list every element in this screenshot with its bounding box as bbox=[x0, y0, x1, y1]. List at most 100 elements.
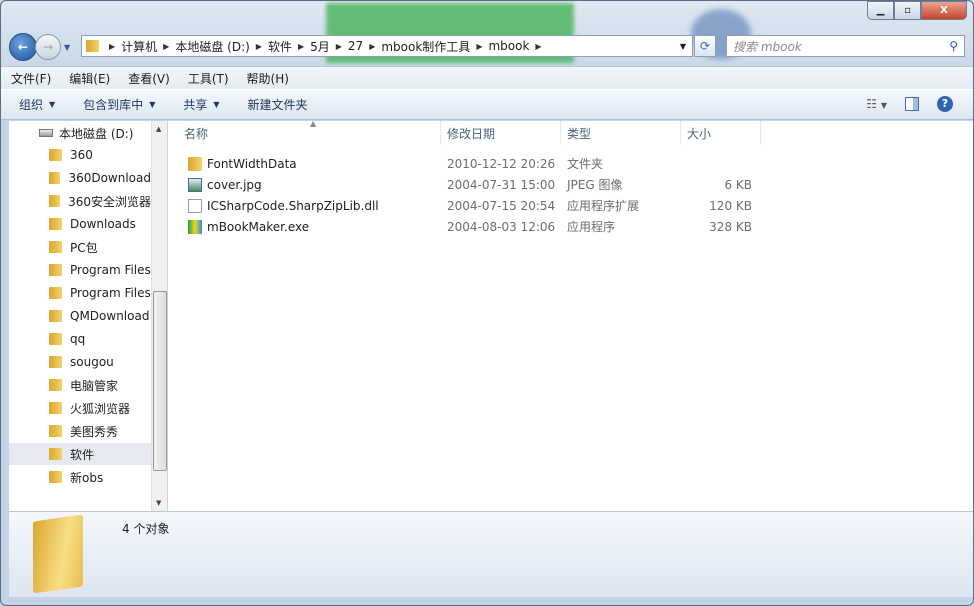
explorer-window: ▁ ▫ X ← → ▼ ▶ 计算机 ▶ 本地磁盘 (D:) ▶ 软件 ▶ 5月 ▶ 27 ▶ mboo… bbox=[0, 0, 974, 606]
folder-icon bbox=[86, 40, 99, 52]
file-size: 120 KB bbox=[709, 198, 752, 213]
column-header-name[interactable]: 名称 ▲ bbox=[178, 119, 441, 145]
breadcrumb-item[interactable]: 计算机 bbox=[121, 38, 157, 55]
scrollbar-thumb[interactable] bbox=[153, 291, 167, 471]
scroll-down-icon[interactable]: ▼ bbox=[156, 499, 161, 507]
sidebar-item[interactable]: 软件 bbox=[9, 443, 151, 465]
sidebar-item[interactable]: Program Files bbox=[9, 259, 151, 281]
sidebar-item[interactable]: QMDownload bbox=[9, 305, 151, 327]
sidebar-item[interactable]: 360安全浏览器 bbox=[9, 190, 151, 212]
organize-button[interactable]: 组织 ▼ bbox=[19, 96, 55, 113]
sidebar-item-label: 360Download bbox=[68, 171, 151, 185]
share-button[interactable]: 共享 ▼ bbox=[183, 96, 219, 113]
sidebar-item[interactable]: Program Files bbox=[9, 282, 151, 304]
sidebar-item[interactable]: 新obs bbox=[9, 466, 151, 488]
file-type: 应用程序扩展 bbox=[567, 199, 640, 213]
maximize-button[interactable]: ▫ bbox=[894, 1, 921, 20]
image-file-icon bbox=[188, 177, 202, 192]
address-dropdown[interactable]: ▼ bbox=[680, 42, 686, 51]
file-type: 文件夹 bbox=[567, 157, 604, 171]
command-bar: 组织 ▼ 包含到库中 ▼ 共享 ▼ 新建文件夹 ☷ ▼ ? bbox=[1, 89, 973, 120]
breadcrumb-separator-icon[interactable]: ▶ bbox=[109, 42, 115, 51]
column-header-type[interactable]: 类型 bbox=[561, 121, 681, 145]
menu-help[interactable]: 帮助(H) bbox=[247, 70, 289, 87]
address-bar[interactable]: ▶ 计算机 ▶ 本地磁盘 (D:) ▶ 软件 ▶ 5月 ▶ 27 ▶ mbook制作工具 ▶ mbook ▶… bbox=[81, 35, 693, 57]
view-options-icon[interactable]: ☷ ▼ bbox=[866, 97, 887, 111]
sidebar-item-label: 火狐浏览器 bbox=[70, 401, 131, 416]
breadcrumb-item[interactable]: 5月 bbox=[310, 38, 330, 55]
close-button[interactable]: X bbox=[921, 1, 967, 20]
menu-file[interactable]: 文件(F) bbox=[11, 70, 51, 87]
sidebar-item[interactable]: PC包 bbox=[9, 236, 151, 258]
sidebar-item[interactable]: 美图秀秀 bbox=[9, 420, 151, 442]
menu-tools[interactable]: 工具(T) bbox=[188, 70, 229, 87]
new-folder-button[interactable]: 新建文件夹 bbox=[248, 96, 308, 113]
column-header-size[interactable]: 大小 bbox=[681, 121, 761, 145]
scroll-up-icon[interactable]: ▲ bbox=[156, 125, 161, 133]
file-date: 2010-12-12 20:26 bbox=[447, 156, 556, 171]
sidebar-item[interactable]: 360 bbox=[9, 144, 151, 166]
recent-pages-dropdown[interactable]: ▼ bbox=[64, 43, 70, 52]
file-type: JPEG 图像 bbox=[567, 178, 623, 192]
chevron-down-icon: ▼ bbox=[149, 100, 156, 109]
sidebar-item-label: 360 bbox=[70, 148, 93, 162]
menu-bar: 文件(F) 编辑(E) 查看(V) 工具(T) 帮助(H) bbox=[1, 66, 973, 89]
sidebar-item[interactable]: 360Download bbox=[9, 167, 151, 189]
breadcrumb-separator-icon[interactable]: ▶ bbox=[535, 42, 541, 51]
breadcrumb-separator-icon[interactable]: ▶ bbox=[476, 42, 482, 51]
forward-button[interactable]: → bbox=[35, 34, 61, 60]
folder-icon bbox=[49, 310, 62, 322]
file-type: 应用程序 bbox=[567, 220, 616, 234]
file-row[interactable]: cover.jpg 2004-07-31 15:00 JPEG 图像 6 KB bbox=[168, 174, 768, 195]
breadcrumb-item[interactable]: 27 bbox=[348, 39, 363, 53]
file-row[interactable]: ICSharpCode.SharpZipLib.dll 2004-07-15 20… bbox=[168, 195, 768, 216]
column-headers: 名称 ▲ 修改日期 类型 大小 bbox=[168, 119, 768, 145]
sidebar-item[interactable]: Downloads bbox=[9, 213, 151, 235]
breadcrumb-item[interactable]: mbook制作工具 bbox=[381, 38, 470, 55]
sidebar-item-label: 电脑管家 bbox=[70, 378, 119, 393]
breadcrumb-separator-icon[interactable]: ▶ bbox=[298, 42, 304, 51]
search-icon[interactable]: ⚲ bbox=[949, 39, 958, 53]
menu-view[interactable]: 查看(V) bbox=[128, 70, 170, 87]
breadcrumb-separator-icon[interactable]: ▶ bbox=[369, 42, 375, 51]
breadcrumb-separator-icon[interactable]: ▶ bbox=[256, 42, 262, 51]
exe-file-icon bbox=[188, 219, 202, 234]
breadcrumb-separator-icon[interactable]: ▶ bbox=[163, 42, 169, 51]
sidebar-scrollbar[interactable]: ▲ ▼ bbox=[151, 121, 167, 511]
sidebar-item[interactable]: 电脑管家 bbox=[9, 374, 151, 396]
sidebar-item-label: Downloads bbox=[70, 217, 136, 231]
breadcrumb-separator-icon[interactable]: ▶ bbox=[336, 42, 342, 51]
folder-icon bbox=[49, 448, 62, 460]
details-pane: 4 个对象 bbox=[9, 511, 973, 597]
sidebar-item[interactable]: qq bbox=[9, 328, 151, 350]
new-folder-label: 新建文件夹 bbox=[247, 98, 308, 112]
column-label: 类型 bbox=[567, 127, 592, 141]
folder-icon bbox=[49, 471, 62, 483]
sidebar-item-label: PC包 bbox=[70, 240, 98, 255]
sidebar-item[interactable]: sougou bbox=[9, 351, 151, 373]
breadcrumb-item[interactable]: 软件 bbox=[268, 38, 292, 55]
preview-pane-icon[interactable] bbox=[905, 97, 919, 111]
breadcrumb-item[interactable]: 本地磁盘 (D:) bbox=[175, 38, 249, 55]
refresh-button[interactable]: ⟳ bbox=[694, 35, 716, 57]
search-input[interactable]: 搜索 mbook ⚲ bbox=[726, 35, 965, 57]
folder-icon bbox=[49, 379, 62, 391]
column-header-date[interactable]: 修改日期 bbox=[441, 121, 561, 145]
file-row[interactable]: FontWidthData 2010-12-12 20:26 文件夹 bbox=[168, 153, 768, 174]
sidebar-item-label: Program Files bbox=[70, 286, 151, 300]
sidebar-item-label: 软件 bbox=[70, 447, 95, 462]
back-button[interactable]: ← bbox=[9, 33, 37, 61]
file-row[interactable]: mBookMaker.exe 2004-08-03 12:06 应用程序 328 KB bbox=[168, 216, 768, 237]
chevron-down-icon: ▼ bbox=[49, 100, 56, 109]
menu-edit[interactable]: 编辑(E) bbox=[69, 70, 110, 87]
item-count: 4 个对象 bbox=[122, 522, 170, 536]
minimize-button[interactable]: ▁ bbox=[867, 1, 894, 20]
breadcrumb-item[interactable]: mbook bbox=[488, 39, 529, 53]
folder-icon bbox=[49, 402, 62, 414]
navigation-pane: 本地磁盘 (D:) 360 360Download 360安全浏览器 Download… bbox=[9, 121, 167, 511]
help-icon[interactable]: ? bbox=[937, 96, 953, 112]
include-in-library-button[interactable]: 包含到库中 ▼ bbox=[83, 96, 155, 113]
sidebar-item[interactable]: 火狐浏览器 bbox=[9, 397, 151, 419]
sidebar-item-label: 360安全浏览器 bbox=[68, 194, 151, 209]
sidebar-item-label: QMDownload bbox=[70, 309, 150, 323]
